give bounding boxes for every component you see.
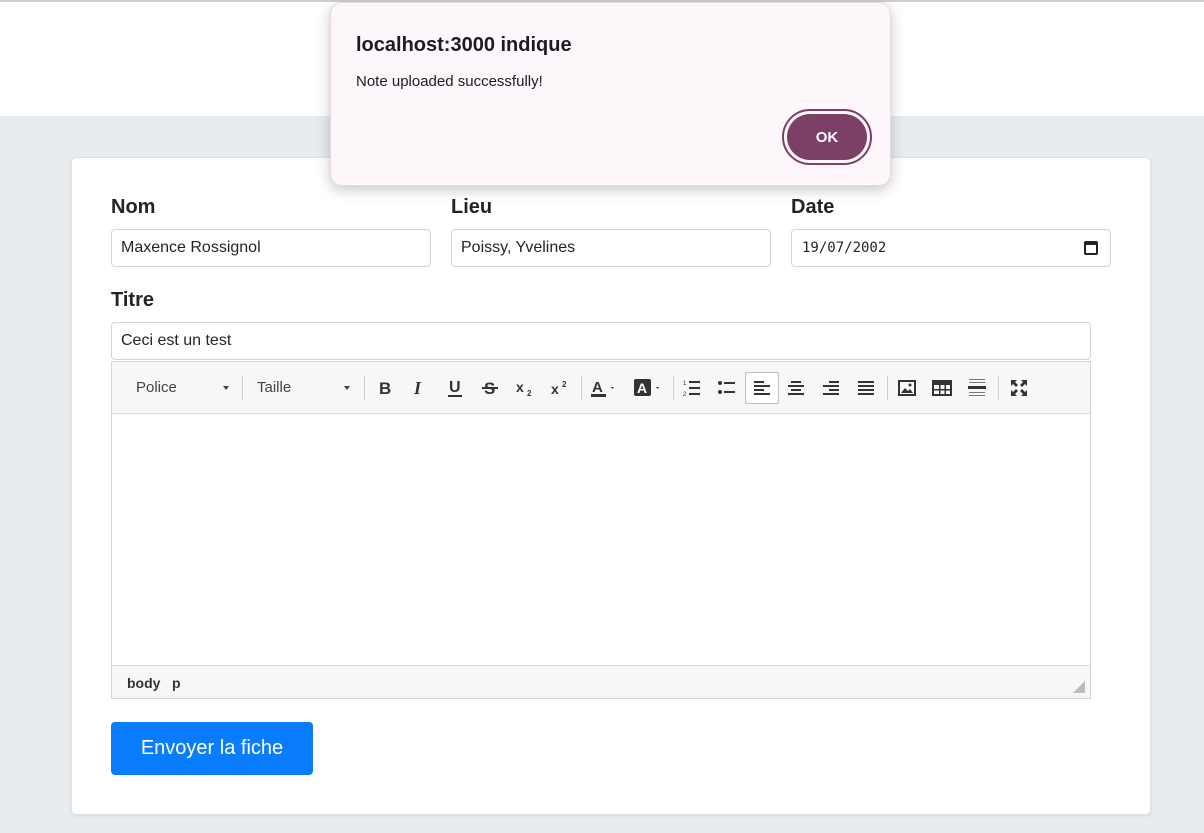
highlight-color-icon[interactable]: A xyxy=(629,373,667,403)
resize-handle-icon[interactable] xyxy=(1073,681,1085,693)
svg-text:2: 2 xyxy=(562,380,567,389)
svg-text:A: A xyxy=(592,379,603,396)
align-center-icon[interactable] xyxy=(780,373,812,403)
calendar-icon[interactable] xyxy=(1084,241,1098,255)
align-right-icon[interactable] xyxy=(815,373,847,403)
date-label: Date xyxy=(791,196,835,218)
unordered-list-icon[interactable] xyxy=(711,373,743,403)
ordered-list-icon[interactable]: 12 xyxy=(676,373,708,403)
lieu-label: Lieu xyxy=(451,196,493,218)
alert-dialog: localhost:3000 indique Note uploaded suc… xyxy=(330,2,891,186)
path-item-p[interactable]: p xyxy=(172,675,181,691)
toolbar-separator xyxy=(673,376,674,400)
toolbar-separator xyxy=(887,376,888,400)
align-justify-icon[interactable] xyxy=(850,373,882,403)
align-left-icon[interactable] xyxy=(745,372,779,404)
svg-text:2: 2 xyxy=(683,392,687,397)
italic-icon[interactable]: I xyxy=(403,373,435,403)
lieu-input[interactable]: Poissy, Yvelines xyxy=(451,229,771,267)
subscript-icon[interactable]: x2 xyxy=(509,373,541,403)
editor-toolbar: Police Taille B I U S x2 x2 A A 1 2 xyxy=(112,362,1090,414)
svg-text:x: x xyxy=(516,379,524,395)
titre-input[interactable]: Ceci est un test xyxy=(111,322,1091,360)
nom-label: Nom xyxy=(111,196,156,218)
svg-text:I: I xyxy=(413,379,422,397)
toolbar-separator xyxy=(242,376,243,400)
bold-icon[interactable]: B xyxy=(369,373,401,403)
font-family-select-label: Police xyxy=(136,379,177,396)
font-size-select-label: Taille xyxy=(257,379,292,396)
ok-button-label: OK xyxy=(787,114,867,160)
svg-text:B: B xyxy=(379,379,391,397)
toolbar-separator xyxy=(581,376,582,400)
underline-icon[interactable]: U xyxy=(439,373,471,403)
font-family-select[interactable]: Police xyxy=(136,376,236,400)
date-input[interactable]: 19/07/2002 xyxy=(791,229,1111,267)
chevron-down-icon xyxy=(223,386,229,390)
submit-button[interactable]: Envoyer la fiche xyxy=(111,722,313,775)
image-icon[interactable] xyxy=(891,373,923,403)
table-icon[interactable] xyxy=(926,373,958,403)
editor-content-area[interactable] xyxy=(112,414,1090,665)
svg-text:1: 1 xyxy=(683,381,687,387)
strikethrough-icon[interactable]: S xyxy=(474,373,506,403)
svg-text:A: A xyxy=(637,380,647,396)
dialog-title: localhost:3000 indique xyxy=(356,34,572,56)
titre-label: Titre xyxy=(111,289,154,311)
superscript-icon[interactable]: x2 xyxy=(544,373,576,403)
date-value: 19/07/2002 xyxy=(802,240,887,256)
ok-button[interactable]: OK xyxy=(782,109,872,165)
editor-statusbar: body p xyxy=(112,665,1090,698)
svg-text:x: x xyxy=(551,381,559,397)
toolbar-separator xyxy=(998,376,999,400)
toolbar-separator xyxy=(364,376,365,400)
svg-text:2: 2 xyxy=(527,389,532,397)
chevron-down-icon xyxy=(344,386,350,390)
rich-text-editor: Police Taille B I U S x2 x2 A A 1 2 body… xyxy=(111,361,1091,699)
fullscreen-icon[interactable] xyxy=(1003,373,1035,403)
horizontal-rule-icon[interactable] xyxy=(961,373,993,403)
font-color-icon[interactable]: A xyxy=(586,373,622,403)
path-item-body[interactable]: body xyxy=(127,675,160,691)
dialog-message: Note uploaded successfully! xyxy=(356,73,543,90)
svg-text:U: U xyxy=(449,379,461,396)
font-size-select[interactable]: Taille xyxy=(257,376,357,400)
nom-input[interactable]: Maxence Rossignol xyxy=(111,229,431,267)
